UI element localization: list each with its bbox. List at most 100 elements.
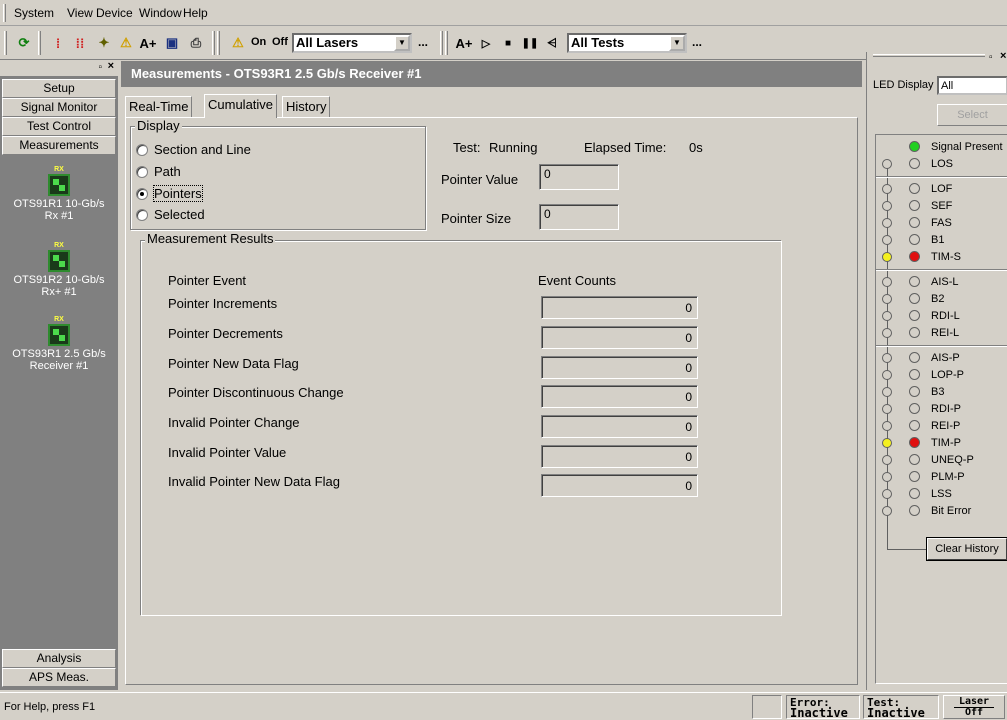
chevron-down-icon[interactable]: ▼ (394, 35, 410, 51)
led-row: B3 (876, 384, 1007, 401)
toolbar-grip (4, 31, 7, 55)
led-label: LOF (931, 183, 953, 195)
device-name: OTS91R1 10-Gb/s (13, 198, 105, 210)
tab-history[interactable]: History (282, 96, 331, 117)
tab-real-time[interactable]: Real-Time (125, 96, 193, 117)
menu-system[interactable]: System (14, 6, 54, 20)
led-label: REI-P (931, 420, 961, 432)
pause-icon[interactable]: ❚❚ (520, 33, 540, 53)
led-row: PLM-P (876, 469, 1007, 486)
left-nav-panel: ▫ × Setup Signal Monitor Test Control Me… (0, 60, 120, 690)
page-title: Measurements - OTS93R1 2.5 Gb/s Receiver… (121, 61, 862, 87)
close-icon[interactable]: × (1000, 50, 1006, 62)
menu-window[interactable]: Window (139, 6, 182, 20)
led-label: AIS-P (931, 352, 960, 364)
help-text: For Help, press F1 (4, 701, 96, 713)
radio-label: Path (154, 164, 181, 179)
menu-help[interactable]: Help (183, 6, 208, 20)
status-led-icon (909, 420, 920, 431)
print-preview-icon[interactable]: ⎙ (186, 33, 206, 53)
history-led-icon (882, 159, 892, 169)
restore-icon[interactable]: ▫ (989, 52, 993, 63)
radio-section-and-line[interactable]: Section and Line (136, 142, 251, 157)
select-button[interactable]: Select (937, 104, 1007, 126)
monitor-icon[interactable]: ▣ (162, 33, 182, 53)
display-group-label: Display (135, 118, 182, 133)
nav-aps-meas-button[interactable]: APS Meas. (2, 668, 116, 687)
device-ots91r1[interactable]: RX OTS91R1 10-Gb/s Rx #1 (0, 166, 118, 222)
led-label: AIS-L (931, 276, 959, 288)
test-label: Test: (453, 140, 481, 155)
led-label: Signal Present (931, 141, 1003, 153)
led-row: SEF (876, 198, 1007, 215)
aplus-button[interactable]: A+ (138, 33, 158, 53)
nav-test-control-button[interactable]: Test Control (2, 117, 116, 136)
laser-label: Laser (958, 696, 990, 707)
lasers-select[interactable]: All Lasers ▼ (292, 33, 412, 53)
result-row-label: Invalid Pointer Change (168, 415, 300, 430)
laser-off-button[interactable]: Off (272, 36, 288, 48)
status-indicator (752, 695, 782, 719)
tests-select[interactable]: All Tests ▼ (567, 33, 687, 53)
radio-pointers[interactable]: Pointers (136, 185, 203, 202)
led-row: B1 (876, 232, 1007, 249)
status-led-icon (909, 488, 920, 499)
history-led-icon (882, 277, 892, 287)
device-ots93r1[interactable]: RX OTS93R1 2.5 Gb/s Receiver #1 (0, 316, 118, 372)
led-group-divider (876, 176, 1007, 178)
device-subname: Rx #1 (44, 210, 74, 222)
led-row: RDI-L (876, 308, 1007, 325)
radio-selected[interactable]: Selected (136, 207, 205, 222)
lasers-more-button[interactable]: ... (418, 35, 428, 49)
status-led-icon (909, 141, 920, 152)
nav-analysis-button[interactable]: Analysis (2, 649, 116, 668)
clear-history-button[interactable]: Clear History (926, 537, 1007, 561)
play-icon[interactable]: ▷ (476, 33, 496, 53)
radio-path[interactable]: Path (136, 164, 181, 179)
led-row: TIM-S (876, 249, 1007, 266)
chevron-down-icon[interactable]: ▼ (669, 35, 685, 51)
test-status: Running (489, 140, 538, 155)
device-name: OTS91R2 10-Gb/s (13, 274, 105, 286)
status-led-icon (909, 276, 920, 287)
signal-icon[interactable]: ✦ (94, 33, 114, 53)
led-display-select[interactable]: All (937, 76, 1007, 95)
led-label: FAS (931, 217, 952, 229)
aplus-test-button[interactable]: A+ (454, 33, 474, 53)
device-ots91r2[interactable]: RX OTS91R2 10-Gb/s Rx+ #1 (0, 242, 118, 298)
led-row: AIS-L (876, 274, 1007, 291)
nav-setup-button[interactable]: Setup (2, 79, 116, 98)
led-row: REI-P (876, 418, 1007, 435)
radio-label: Section and Line (154, 142, 251, 157)
toolbar: ⟳ ⁞ ⁞⁞ ✦ ⚠ A+ ▣ ⎙ ⚠ On Off All Lasers ▼ … (0, 26, 1007, 60)
step-icon[interactable]: ⩤ (542, 33, 562, 53)
tab-cumulative[interactable]: Cumulative (204, 94, 278, 118)
laser-on-button[interactable]: On (251, 36, 266, 48)
stop-icon[interactable]: ■ (498, 33, 518, 53)
led-panel-grip (873, 54, 985, 57)
bars-double-icon[interactable]: ⁞⁞ (70, 33, 90, 53)
nav-signal-monitor-button[interactable]: Signal Monitor (2, 98, 116, 117)
refresh-icon[interactable]: ⟳ (14, 33, 34, 53)
tests-more-button[interactable]: ... (692, 35, 702, 49)
result-row-count: 0 (541, 474, 698, 497)
close-icon[interactable]: × (108, 60, 114, 72)
laser-toggle-button[interactable]: Laser Off (943, 695, 1005, 719)
radio-dot (136, 143, 148, 156)
menu-device[interactable]: Device (96, 6, 133, 20)
radio-dot (136, 208, 148, 221)
led-row: UNEQ-P (876, 452, 1007, 469)
restore-icon[interactable]: ▫ (98, 62, 102, 73)
history-led-icon (882, 404, 892, 414)
menu-view[interactable]: View (67, 6, 93, 20)
bars-icon[interactable]: ⁞ (48, 33, 68, 53)
led-label: B2 (931, 293, 945, 305)
led-row: LSS (876, 486, 1007, 503)
warning-icon[interactable]: ⚠ (116, 33, 136, 53)
left-nav-header: ▫ × (0, 60, 118, 77)
led-panel: ▫ × LED Display All Select Signal Presen… (866, 50, 1007, 690)
history-led-icon (882, 455, 892, 465)
nav-measurements-button[interactable]: Measurements (2, 136, 116, 155)
status-led-icon (909, 403, 920, 414)
history-led-icon (882, 506, 892, 516)
